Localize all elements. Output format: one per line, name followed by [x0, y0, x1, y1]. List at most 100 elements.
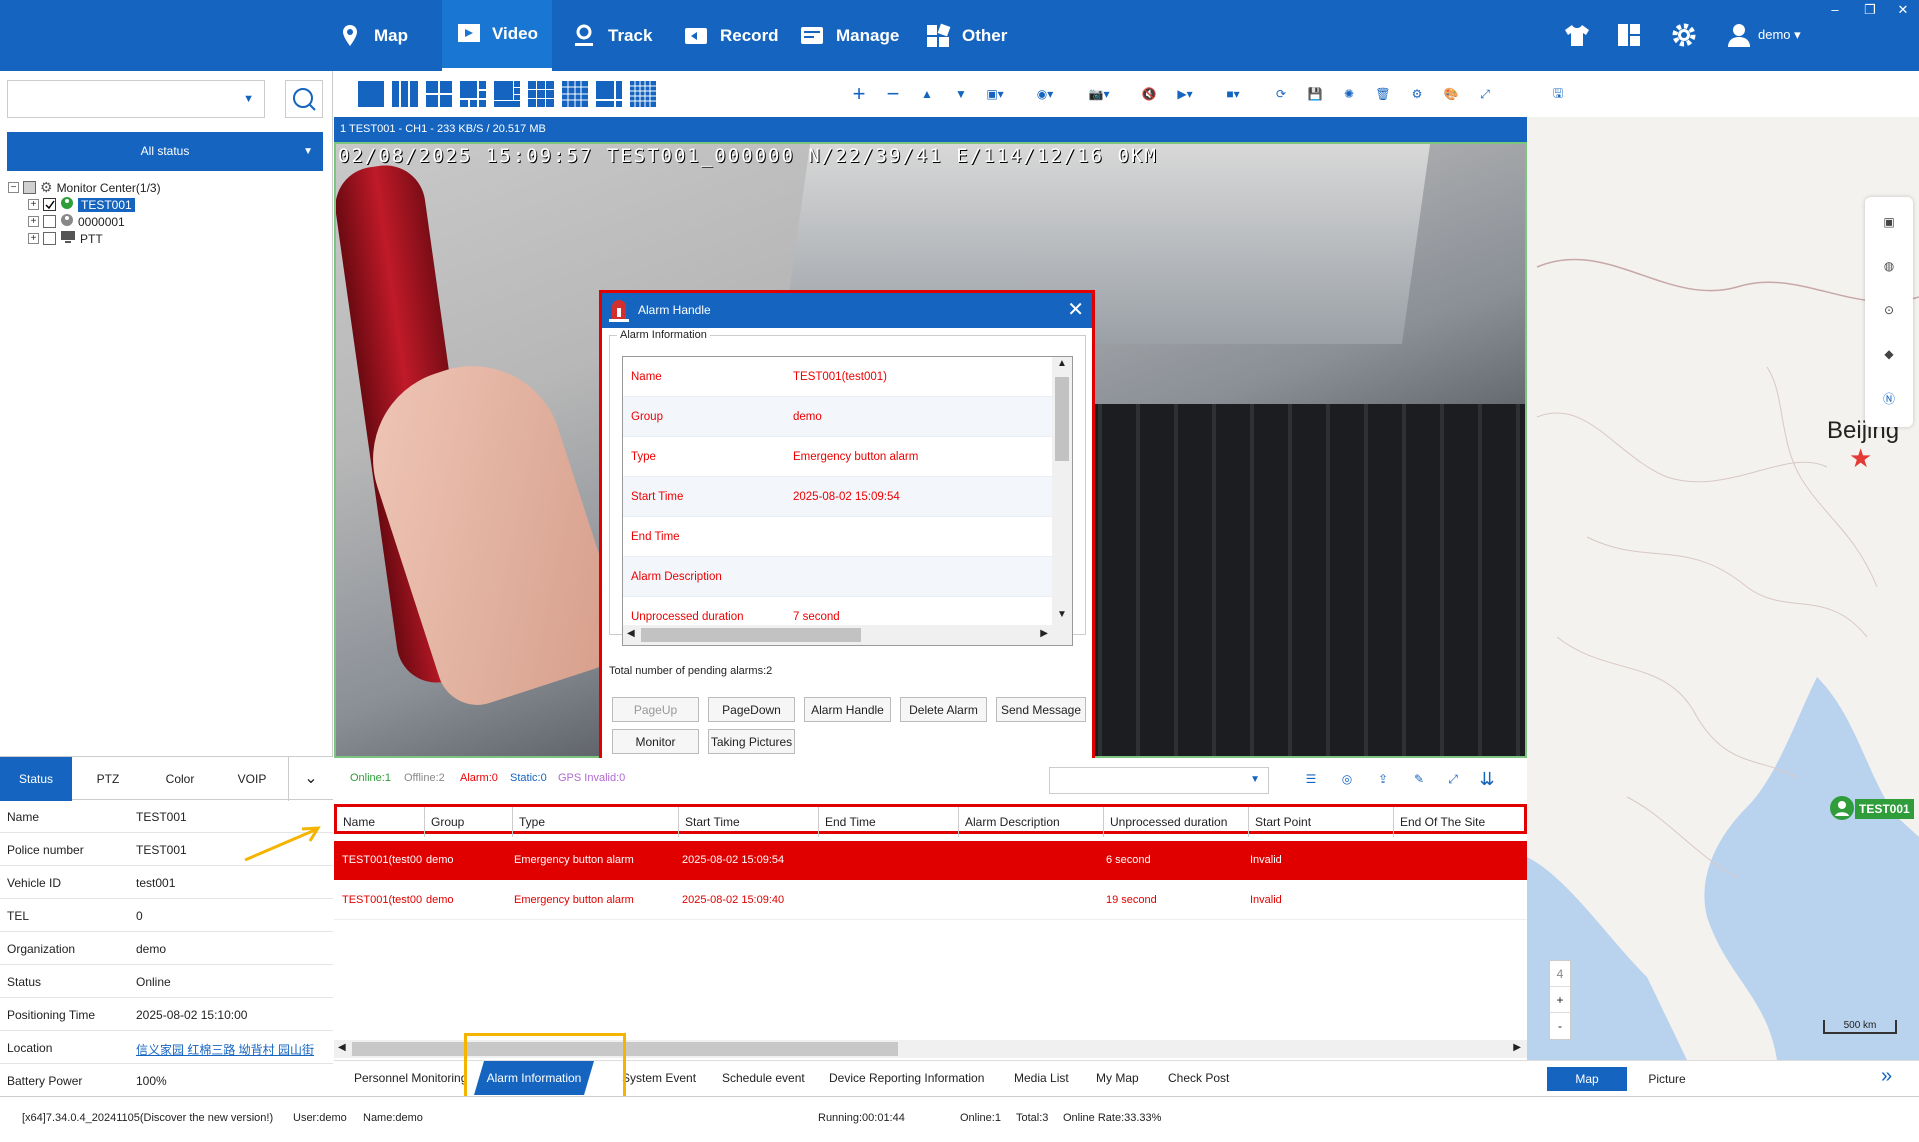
- col-end-time[interactable]: End Time: [819, 807, 959, 837]
- tree-item-0000001[interactable]: + 0000001: [28, 213, 125, 230]
- tab-system-event[interactable]: System Event: [622, 1061, 696, 1095]
- status-filter-select[interactable]: All status ▼: [7, 132, 323, 171]
- layout-4-icon[interactable]: [426, 81, 452, 107]
- col-type[interactable]: Type: [513, 807, 679, 837]
- tree-item-test001[interactable]: + TEST001: [28, 196, 135, 213]
- filter-select[interactable]: ▼: [1049, 767, 1269, 794]
- col-start-time[interactable]: Start Time: [679, 807, 819, 837]
- col-name[interactable]: Name: [337, 807, 425, 837]
- scroll-left-icon[interactable]: ◀: [627, 628, 635, 639]
- save-icon[interactable]: 💾: [1302, 81, 1328, 107]
- expand-tabs-icon[interactable]: ⌄: [288, 757, 333, 801]
- nav-record[interactable]: Record: [668, 0, 793, 71]
- vehicle-marker[interactable]: TEST001: [1829, 795, 1914, 821]
- device-search-combo[interactable]: ▼: [7, 80, 265, 118]
- tab-picture[interactable]: Picture: [1627, 1067, 1707, 1091]
- globe-icon[interactable]: ◍: [1872, 247, 1906, 285]
- scroll-down-icon[interactable]: ▼: [1057, 609, 1067, 620]
- col-alarm-description[interactable]: Alarm Description: [959, 807, 1104, 837]
- expand-icon[interactable]: +: [28, 199, 39, 210]
- export-icon[interactable]: ⇪: [1370, 766, 1396, 792]
- tab-schedule-event[interactable]: Schedule event: [722, 1061, 805, 1095]
- double-chevron-right-icon[interactable]: »: [1881, 1065, 1892, 1088]
- pin-icon[interactable]: ⊙: [1872, 291, 1906, 329]
- scroll-left-icon[interactable]: ◀: [338, 1042, 346, 1053]
- location-link[interactable]: 信义家园 红棉三路 坳背村 园山街: [136, 1041, 331, 1058]
- save-icon[interactable]: 🖫: [1545, 81, 1571, 107]
- close-window-icon[interactable]: ✕: [1888, 2, 1918, 18]
- horizontal-scrollbar[interactable]: ◀ ▶: [623, 625, 1072, 645]
- tree-root[interactable]: − ⚙ Monitor Center(1/3): [8, 179, 161, 196]
- speed-icon[interactable]: ◉▾: [1032, 81, 1058, 107]
- scroll-right-icon[interactable]: ▶: [1040, 628, 1048, 639]
- tab-color[interactable]: Color: [144, 757, 216, 801]
- layout-2-icon[interactable]: [392, 81, 418, 107]
- navigation-icon[interactable]: Ⓝ: [1872, 379, 1906, 417]
- nav-other[interactable]: Other: [910, 0, 1021, 71]
- checkbox[interactable]: [43, 232, 56, 245]
- arrow-down-icon[interactable]: ▼: [948, 81, 974, 107]
- tab-status[interactable]: Status: [0, 757, 72, 801]
- layout-6-icon[interactable]: [460, 81, 486, 107]
- tab-ptz[interactable]: PTZ: [72, 757, 144, 801]
- checkbox[interactable]: [23, 181, 36, 194]
- palette-icon[interactable]: 🎨: [1438, 81, 1464, 107]
- zoom-out-icon[interactable]: −: [880, 81, 906, 107]
- filter-icon[interactable]: ◎: [1334, 766, 1360, 792]
- nav-video[interactable]: Video: [442, 0, 552, 71]
- scroll-right-icon[interactable]: ▶: [1513, 1042, 1521, 1053]
- zoom-out-button[interactable]: -: [1550, 1013, 1570, 1039]
- zoom-in-icon[interactable]: +: [846, 81, 872, 107]
- layout-16-icon[interactable]: [630, 81, 656, 107]
- layout-1-icon[interactable]: [358, 81, 384, 107]
- arrow-up-icon[interactable]: ▲: [914, 81, 940, 107]
- tab-map[interactable]: Map: [1547, 1067, 1627, 1091]
- pageup-button[interactable]: PageUp: [612, 697, 699, 722]
- user-menu[interactable]: demo ▾: [1758, 27, 1801, 43]
- trash-icon[interactable]: 🗑: [1370, 81, 1396, 107]
- alarm-handle-button[interactable]: Alarm Handle: [804, 697, 891, 722]
- collapse-down-icon[interactable]: ⇊: [1474, 766, 1500, 792]
- mute-icon[interactable]: 🔇: [1136, 81, 1162, 107]
- edit-icon[interactable]: ✎: [1406, 766, 1432, 792]
- table-row[interactable]: TEST001(test00 demo Emergency button ala…: [334, 841, 1527, 880]
- tab-device-reporting[interactable]: Device Reporting Information: [829, 1061, 984, 1095]
- scroll-thumb[interactable]: [641, 628, 861, 642]
- shirt-icon[interactable]: [1560, 18, 1594, 52]
- camera-icon[interactable]: 📷▾: [1086, 81, 1112, 107]
- collapse-icon[interactable]: −: [8, 182, 19, 193]
- monitor-button[interactable]: Monitor: [612, 729, 699, 754]
- zoom-in-button[interactable]: +: [1550, 987, 1570, 1013]
- settings-icon[interactable]: ⚙: [1404, 81, 1430, 107]
- user-icon[interactable]: [1722, 18, 1756, 52]
- stop-icon[interactable]: ■▾: [1220, 81, 1246, 107]
- layout-12-icon[interactable]: [562, 81, 588, 107]
- map-view[interactable]: Beijing ★ TEST001 ▣ ◍ ⊙ ◆ Ⓝ 4 + - 500 km: [1527, 117, 1919, 1060]
- vertical-scrollbar[interactable]: ▲ ▼: [1052, 357, 1072, 625]
- delete-alarm-button[interactable]: Delete Alarm: [900, 697, 987, 722]
- expand-icon[interactable]: +: [28, 216, 39, 227]
- nav-manage[interactable]: Manage: [784, 0, 913, 71]
- table-row[interactable]: TEST001(test00 demo Emergency button ala…: [334, 880, 1527, 920]
- box-icon[interactable]: ◆: [1872, 335, 1906, 373]
- tree-item-ptt[interactable]: + PTT: [28, 230, 103, 247]
- col-end-site[interactable]: End Of The Site: [1394, 807, 1524, 837]
- gear-icon[interactable]: [1667, 18, 1701, 52]
- expand-icon[interactable]: +: [28, 233, 39, 244]
- taking-pictures-button[interactable]: Taking Pictures: [708, 729, 795, 754]
- tab-media-list[interactable]: Media List: [1014, 1061, 1069, 1095]
- play-icon[interactable]: ▶▾: [1172, 81, 1198, 107]
- tab-check-post[interactable]: Check Post: [1168, 1061, 1229, 1095]
- scroll-thumb[interactable]: [1055, 377, 1069, 461]
- tab-my-map[interactable]: My Map: [1096, 1061, 1139, 1095]
- tab-personnel-monitoring[interactable]: Personnel Monitoring: [354, 1061, 467, 1095]
- nav-track[interactable]: Track: [556, 0, 666, 71]
- list-settings-icon[interactable]: ☰: [1298, 766, 1324, 792]
- phone-icon[interactable]: ▣: [1872, 203, 1906, 241]
- loading-icon[interactable]: ✺: [1336, 81, 1362, 107]
- layout-9-icon[interactable]: [528, 81, 554, 107]
- checkbox[interactable]: [43, 215, 56, 228]
- fullscreen-icon[interactable]: ⤢: [1440, 766, 1466, 792]
- tab-voip[interactable]: VOIP: [216, 757, 288, 801]
- pagedown-button[interactable]: PageDown: [708, 697, 795, 722]
